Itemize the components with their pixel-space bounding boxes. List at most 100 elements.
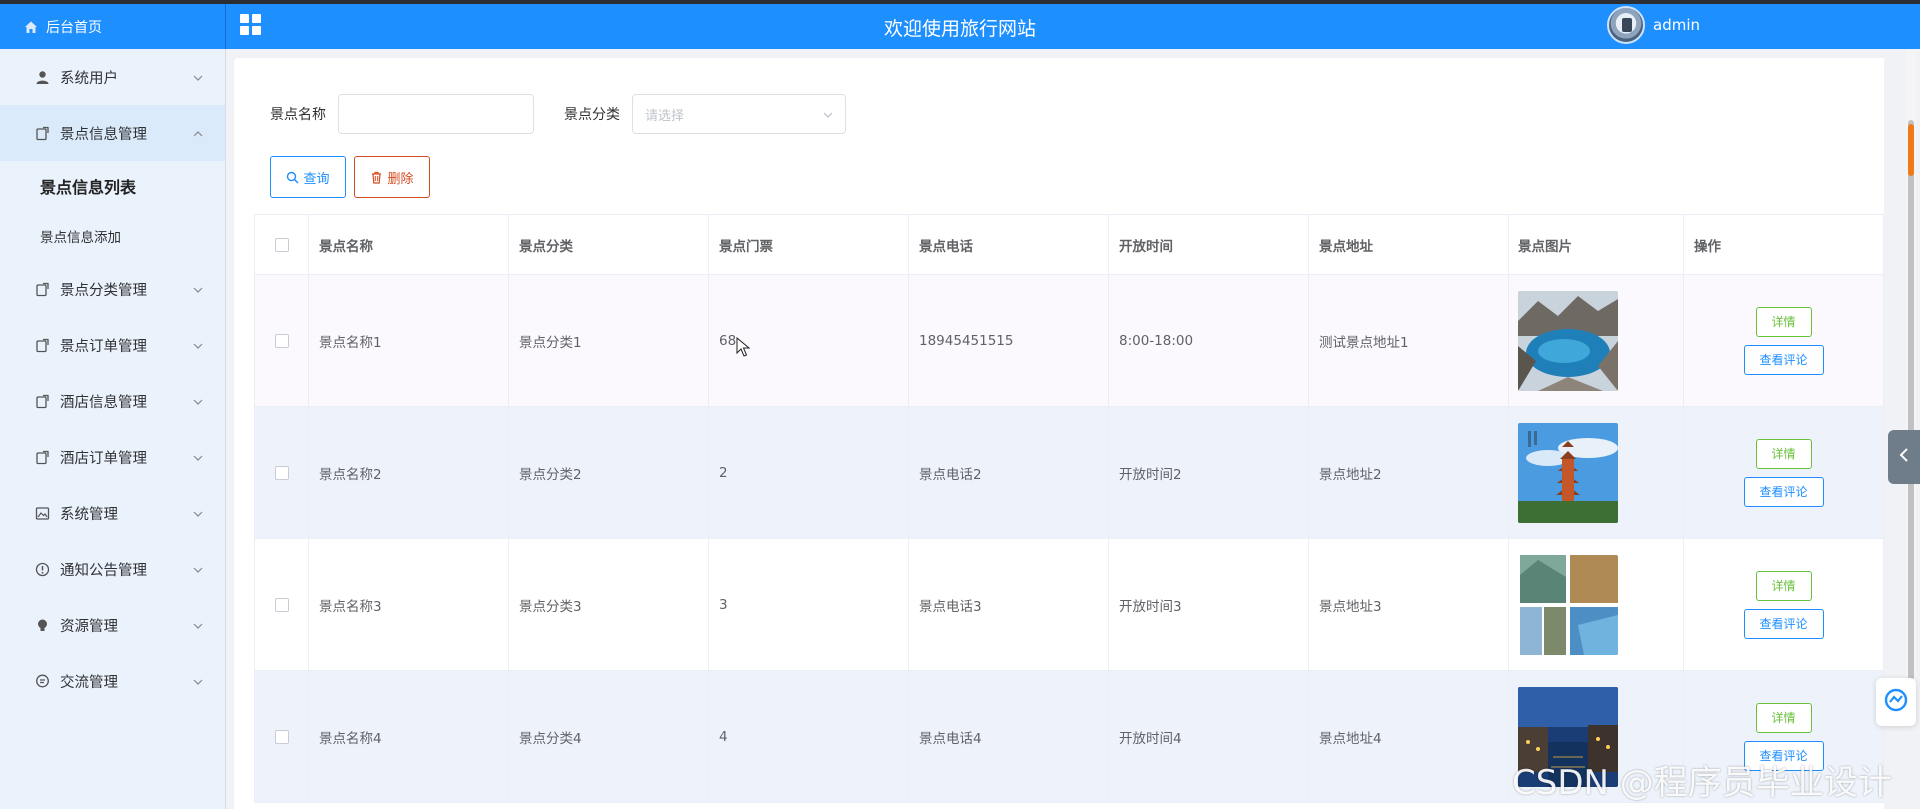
side-collapse-tab[interactable] xyxy=(1888,430,1920,484)
sidebar-item[interactable]: 酒店信息管理 xyxy=(0,373,225,429)
cell-image xyxy=(1509,275,1684,406)
detail-button[interactable]: 详情 xyxy=(1755,570,1812,601)
page-scrollbar-thumb[interactable] xyxy=(1908,120,1914,680)
row-check-cell xyxy=(255,671,309,802)
sidebar-item[interactable]: 通知公告管理 xyxy=(0,541,225,597)
user-menu[interactable]: admin xyxy=(1607,6,1700,44)
cell-address: 景点地址4 xyxy=(1309,671,1509,802)
sidebar-item-label: 系统用户 xyxy=(60,70,118,87)
table-row: 景点名称4 景点分类4 4 景点电话4 开放时间4 景点地址4 详情 查看评论 xyxy=(255,671,1884,803)
doc-icon xyxy=(34,393,50,409)
column-header: 景点门票 xyxy=(709,215,909,274)
sidebar-item[interactable]: 系统管理 xyxy=(0,485,225,541)
view-reviews-button[interactable]: 查看评论 xyxy=(1743,740,1824,771)
chevron-down-icon xyxy=(193,451,203,461)
sidebar-item-label: 景点信息管理 xyxy=(60,126,147,143)
cell-name: 景点名称4 xyxy=(309,671,509,802)
cell-phone: 景点电话3 xyxy=(909,539,1109,670)
column-header: 操作 xyxy=(1684,215,1884,274)
table-row: 景点名称3 景点分类3 3 景点电话3 开放时间3 景点地址3 详情 查看评论 xyxy=(255,539,1884,671)
row-check-cell xyxy=(255,539,309,670)
home-label: 后台首页 xyxy=(46,19,102,36)
row-checkbox[interactable] xyxy=(274,465,289,480)
view-reviews-button[interactable]: 查看评论 xyxy=(1743,344,1824,375)
sidebar-item[interactable]: 景点订单管理 xyxy=(0,317,225,373)
cell-phone: 景点电话4 xyxy=(909,671,1109,802)
scenic-thumbnail[interactable] xyxy=(1518,422,1618,523)
sidebar-item[interactable]: 酒店订单管理 xyxy=(0,429,225,485)
cell-open-time: 开放时间3 xyxy=(1109,539,1309,670)
cell-address: 景点地址3 xyxy=(1309,539,1509,670)
chevron-down-icon xyxy=(193,563,203,573)
sidebar-item[interactable]: 景点信息管理 xyxy=(0,105,225,161)
sidebar: 系统用户景点信息管理景点信息列表 景点信息添加 景点分类管理 景点订单管理酒店信息管理… xyxy=(0,49,226,809)
cell-address: 测试景点地址1 xyxy=(1309,275,1509,406)
row-check-cell xyxy=(255,407,309,538)
main-panel: 景点名称 景点分类 请选择 查询 删除 景点名称 景点分类 景点门票 景点电话 … xyxy=(234,58,1884,809)
scenic-thumbnail[interactable] xyxy=(1518,290,1618,391)
cell-open-time: 开放时间2 xyxy=(1109,407,1309,538)
category-label: 景点分类 xyxy=(564,107,620,123)
scenic-thumbnail[interactable] xyxy=(1518,554,1618,655)
avatar xyxy=(1607,6,1645,44)
sidebar-subitem[interactable]: 景点信息列表 xyxy=(0,161,225,211)
bulb-icon xyxy=(34,617,50,633)
sidebar-item[interactable]: 景点分类管理 xyxy=(0,261,225,317)
delete-button[interactable]: 删除 xyxy=(354,156,430,198)
chevron-up-icon xyxy=(193,127,203,137)
action-buttons: 查询 删除 xyxy=(270,156,438,198)
assistant-icon xyxy=(1883,687,1909,717)
detail-button[interactable]: 详情 xyxy=(1755,306,1812,337)
cell-name: 景点名称1 xyxy=(309,275,509,406)
sidebar-item[interactable]: 交流管理 xyxy=(0,653,225,709)
chevron-down-icon xyxy=(823,109,833,119)
row-checkbox[interactable] xyxy=(274,729,289,744)
query-button[interactable]: 查询 xyxy=(270,156,346,198)
column-header: 景点地址 xyxy=(1309,215,1509,274)
chevron-down-icon xyxy=(193,619,203,629)
detail-button[interactable]: 详情 xyxy=(1755,702,1812,733)
view-reviews-button[interactable]: 查看评论 xyxy=(1743,476,1824,507)
sidebar-item-label: 交流管理 xyxy=(60,674,118,691)
name-label: 景点名称 xyxy=(270,107,326,123)
user-icon xyxy=(34,69,50,85)
assistant-float-button[interactable] xyxy=(1876,678,1916,726)
sidebar-subitem[interactable]: 景点信息添加 xyxy=(0,211,225,261)
doc-icon xyxy=(34,337,50,353)
cell-phone: 18945451515 xyxy=(909,275,1109,406)
trash-icon xyxy=(370,171,383,184)
chat-icon xyxy=(34,673,50,689)
cell-open-time: 开放时间4 xyxy=(1109,671,1309,802)
row-check-cell xyxy=(255,275,309,406)
search-form: 景点名称 景点分类 请选择 xyxy=(270,94,846,134)
cell-image xyxy=(1509,671,1684,802)
cell-image xyxy=(1509,539,1684,670)
sidebar-item-label: 系统管理 xyxy=(60,506,118,523)
scenic-thumbnail[interactable] xyxy=(1518,686,1618,787)
sidebar-item[interactable]: 资源管理 xyxy=(0,597,225,653)
cell-phone: 景点电话2 xyxy=(909,407,1109,538)
name-search-input[interactable] xyxy=(338,94,534,134)
top-bar: 后台首页 欢迎使用旅行网站 admin xyxy=(0,0,1920,49)
query-label: 查询 xyxy=(303,171,330,187)
table-row: 景点名称1 景点分类1 68 18945451515 8:00-18:00 测试景点地址1… xyxy=(255,275,1884,407)
column-header: 景点电话 xyxy=(909,215,1109,274)
home-icon xyxy=(24,20,38,34)
category-select[interactable]: 请选择 xyxy=(632,94,846,134)
sidebar-item[interactable]: 系统用户 xyxy=(0,49,225,105)
chevron-left-icon xyxy=(1898,447,1910,467)
select-all-checkbox[interactable] xyxy=(274,237,289,252)
row-checkbox[interactable] xyxy=(274,597,289,612)
view-reviews-button[interactable]: 查看评论 xyxy=(1743,608,1824,639)
chevron-down-icon xyxy=(193,675,203,685)
home-link[interactable]: 后台首页 xyxy=(0,4,226,49)
row-checkbox[interactable] xyxy=(274,333,289,348)
sidebar-item-label: 通知公告管理 xyxy=(60,562,147,579)
detail-button[interactable]: 详情 xyxy=(1755,438,1812,469)
sidebar-item-label: 酒店信息管理 xyxy=(60,394,147,411)
user-name: admin xyxy=(1653,16,1700,34)
chevron-down-icon xyxy=(193,71,203,81)
mouse-cursor-icon xyxy=(736,336,751,357)
sidebar-item-label: 酒店订单管理 xyxy=(60,450,147,467)
grid-menu-icon[interactable] xyxy=(240,14,262,36)
